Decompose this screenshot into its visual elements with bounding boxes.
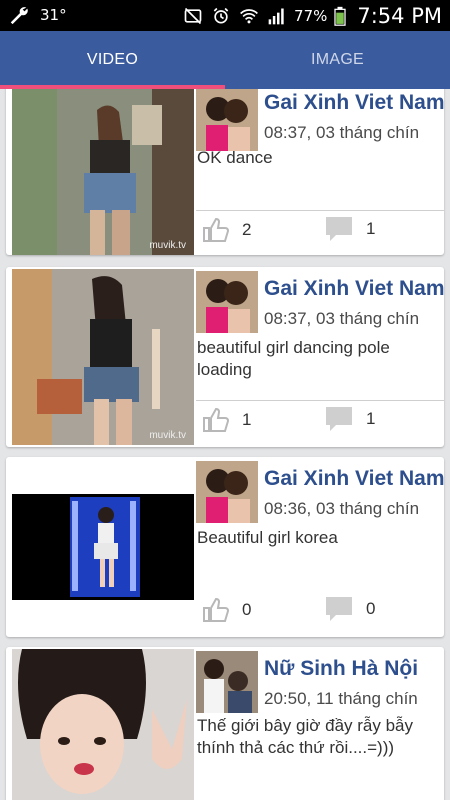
avatar[interactable] <box>196 461 258 523</box>
like-button[interactable]: 1 <box>202 407 251 433</box>
tab-bar: VIDEO IMAGE <box>0 31 450 89</box>
comment-icon <box>326 597 352 621</box>
like-count: 0 <box>242 600 252 619</box>
post-caption: OK dance <box>197 148 273 167</box>
post-author[interactable]: Gai Xinh Viet Nam <box>264 277 444 301</box>
video-thumbnail[interactable]: muvik.tv <box>12 269 194 445</box>
tab-video[interactable]: VIDEO <box>0 31 225 89</box>
battery-percent-text: 77% <box>294 6 328 25</box>
post-card[interactable]: muvik.tv Gai Xinh Viet Nam 08:37, 03 thá… <box>6 267 444 447</box>
watermark-text: muvik.tv <box>149 430 186 441</box>
like-button[interactable]: 0 <box>202 597 251 623</box>
like-button[interactable]: 2 <box>202 217 251 243</box>
comment-count: 0 <box>366 599 376 618</box>
post-timestamp: 08:36, 03 tháng chín <box>264 499 420 518</box>
tab-image[interactable]: IMAGE <box>225 31 450 89</box>
status-bar: 31° 77% 7:54 PM <box>0 0 450 31</box>
post-card[interactable]: Nữ Sinh Hà Nội 20:50, 11 tháng chín Thế … <box>6 647 444 800</box>
comment-button[interactable]: 0 <box>324 595 375 623</box>
post-author[interactable]: Gai Xinh Viet Nam <box>264 91 444 115</box>
post-caption: Thế giới bây giờ đầy rẫy bẫy thính thả c… <box>197 716 414 757</box>
video-thumbnail[interactable]: muvik.tv <box>12 89 194 255</box>
video-feed[interactable]: muvik.tv Gai Xinh Viet Nam 08:37, 03 thá… <box>0 89 450 800</box>
like-count: 2 <box>242 220 252 239</box>
avatar[interactable] <box>196 271 258 333</box>
mute-icon <box>184 7 202 24</box>
video-thumbnail[interactable] <box>12 457 194 637</box>
avatar[interactable] <box>196 651 258 713</box>
comment-count: 1 <box>366 219 376 238</box>
temperature-text: 31° <box>40 6 67 24</box>
like-count: 1 <box>242 410 252 429</box>
comment-icon <box>326 407 352 431</box>
watermark-text: muvik.tv <box>149 240 186 251</box>
post-card[interactable]: Gai Xinh Viet Nam 08:36, 03 tháng chín B… <box>6 457 444 637</box>
divider <box>196 210 444 211</box>
post-timestamp: 20:50, 11 tháng chín <box>264 689 418 708</box>
video-thumbnail[interactable] <box>12 649 194 800</box>
post-caption: beautiful girl dancing pole loading <box>197 338 390 379</box>
wrench-icon <box>10 7 28 25</box>
post-timestamp: 08:37, 03 tháng chín <box>264 123 420 142</box>
thumbs-up-icon <box>203 217 230 242</box>
comment-count: 1 <box>366 409 376 428</box>
post-caption: Beautiful girl korea <box>197 528 338 547</box>
thumbs-up-icon <box>203 407 230 432</box>
tab-video-label: VIDEO <box>86 51 139 68</box>
comment-button[interactable]: 1 <box>324 215 375 243</box>
tab-image-label: IMAGE <box>310 51 365 68</box>
battery-icon <box>334 6 346 26</box>
post-timestamp: 08:37, 03 tháng chín <box>264 309 420 328</box>
divider <box>196 400 444 401</box>
wifi-icon <box>240 8 258 23</box>
signal-icon <box>268 8 284 24</box>
comment-button[interactable]: 1 <box>324 405 375 433</box>
comment-icon <box>326 217 352 241</box>
post-author[interactable]: Nữ Sinh Hà Nội <box>264 657 418 681</box>
alarm-icon <box>213 7 229 24</box>
thumbs-up-icon <box>203 597 230 622</box>
avatar[interactable] <box>196 89 258 151</box>
post-author[interactable]: Gai Xinh Viet Nam <box>264 467 444 491</box>
post-card[interactable]: muvik.tv Gai Xinh Viet Nam 08:37, 03 thá… <box>6 89 444 255</box>
clock-text: 7:54 PM <box>357 3 442 28</box>
